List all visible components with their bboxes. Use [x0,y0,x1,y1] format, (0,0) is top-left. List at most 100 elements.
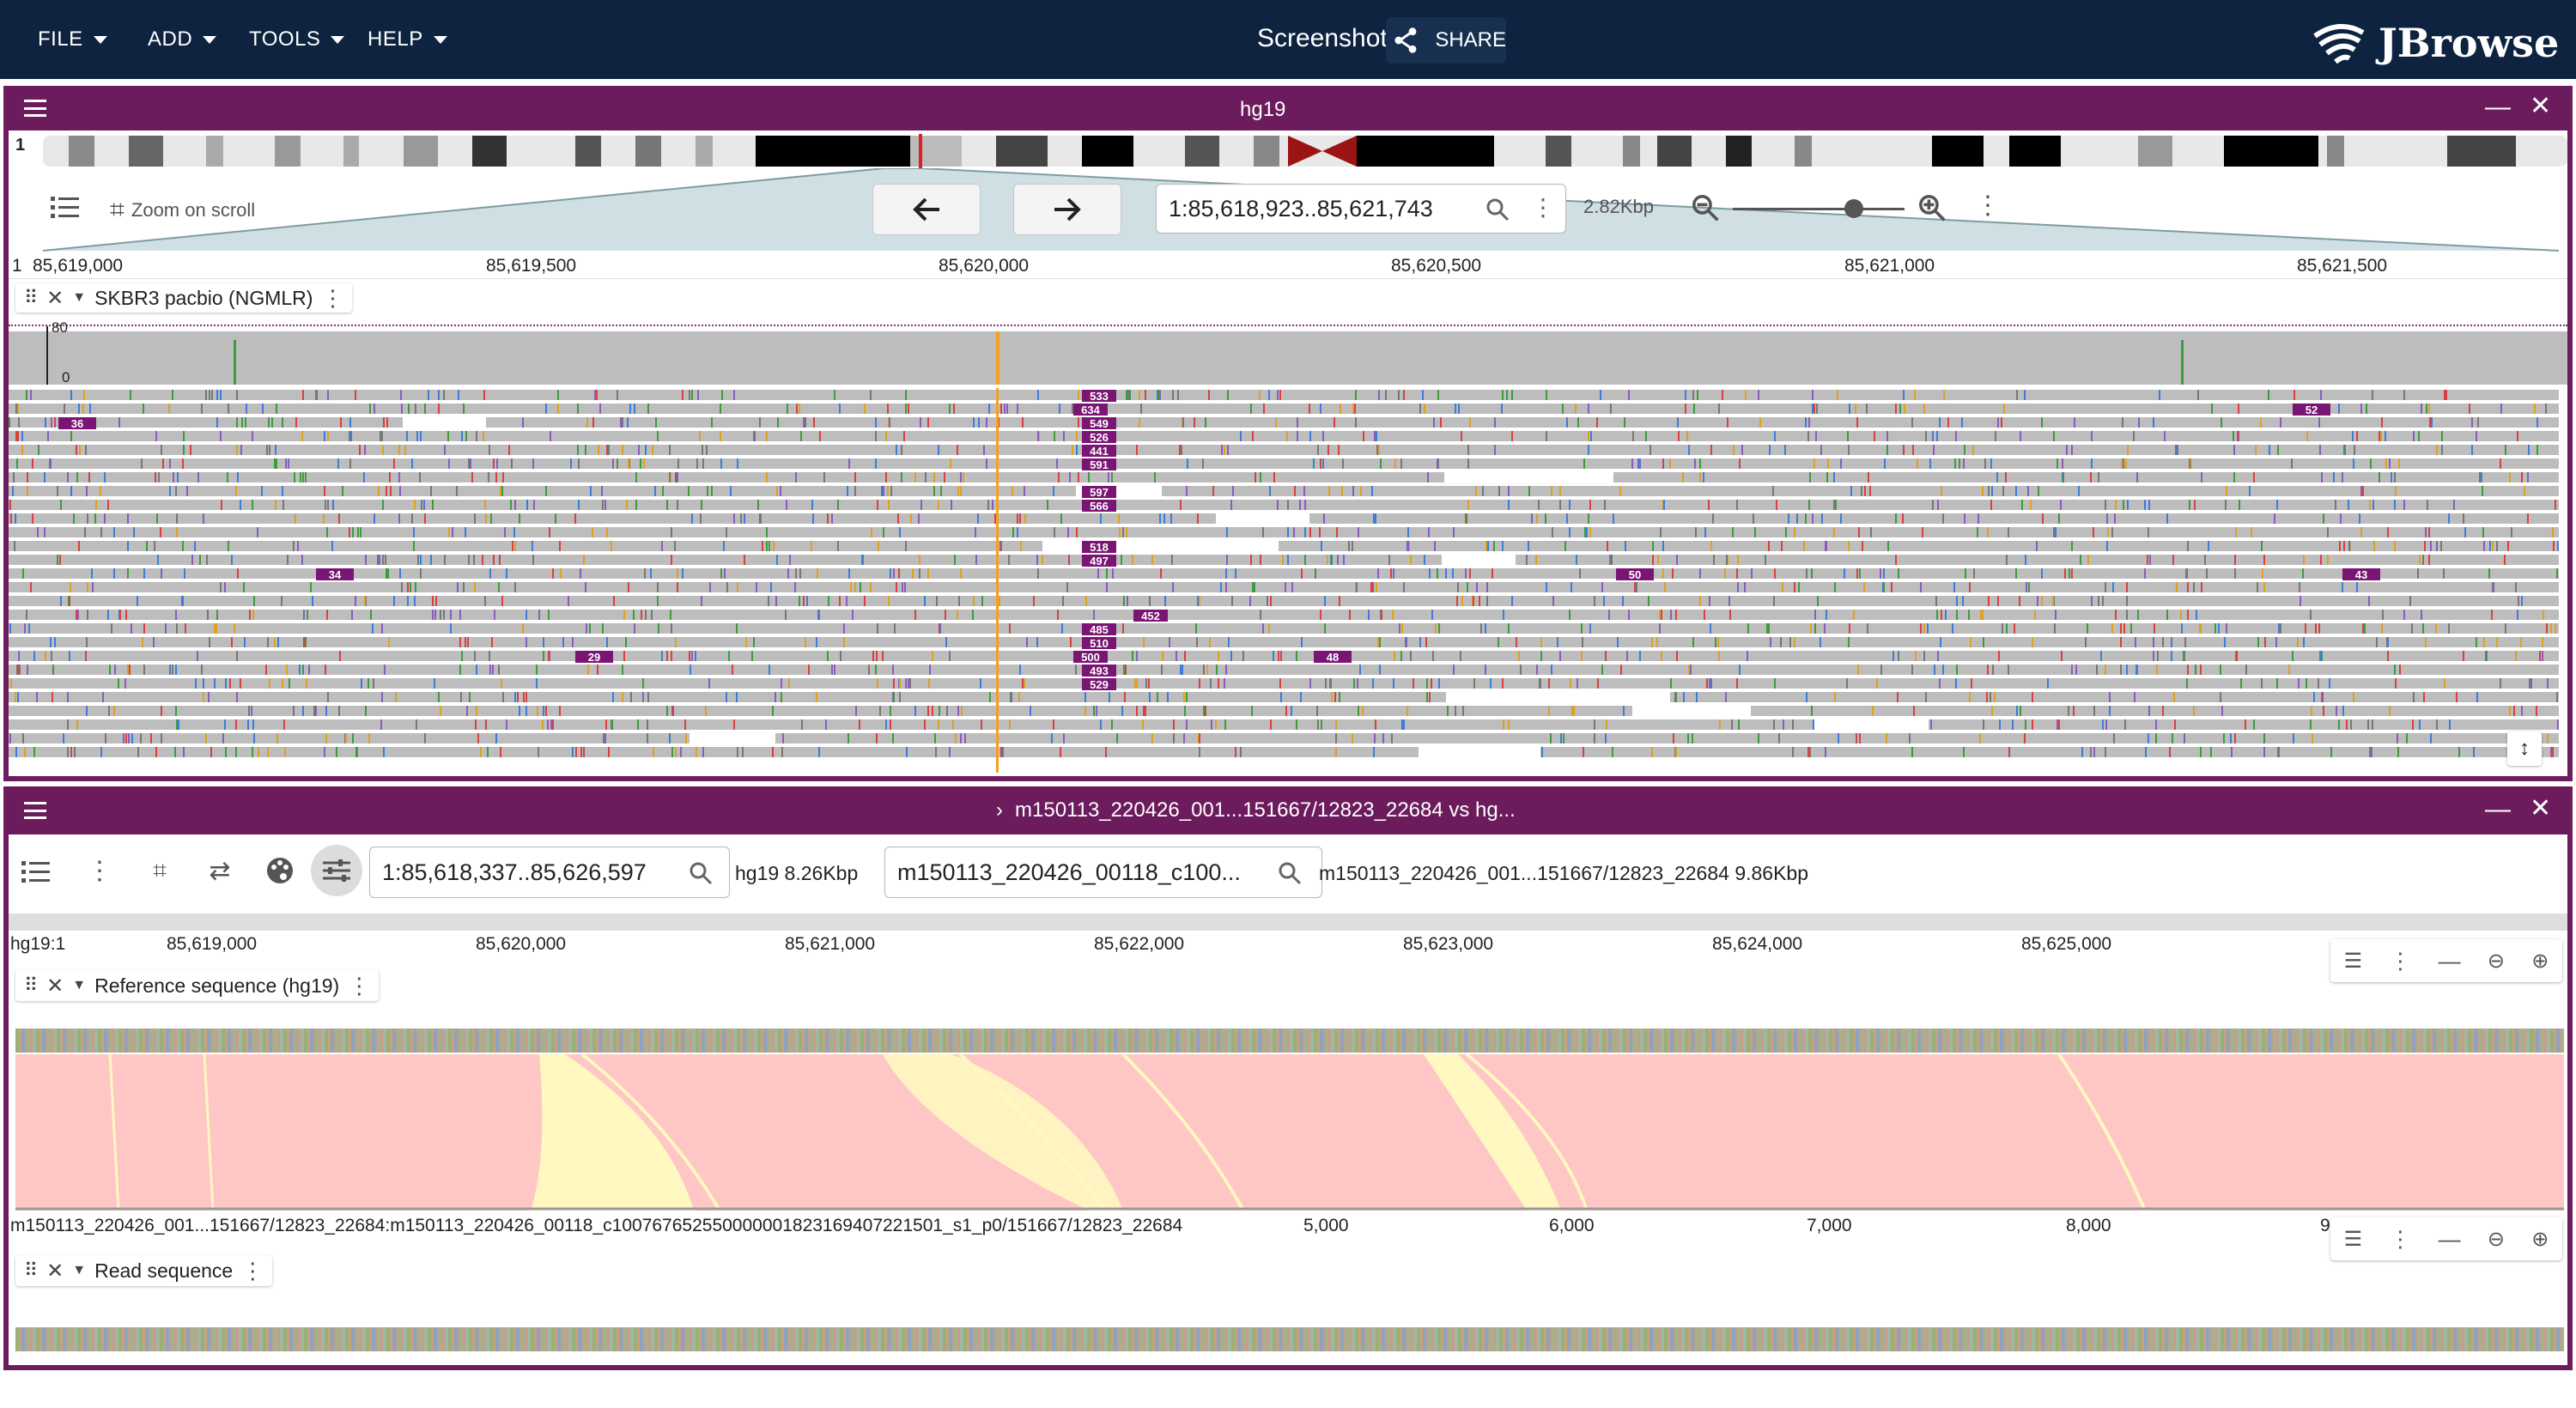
read[interactable] [9,610,2559,620]
insertion-badge[interactable]: 36 [58,417,96,430]
zoom-out-icon[interactable]: ⊖ [2488,1227,2505,1252]
close-icon[interactable]: ✕ [2530,793,2551,823]
read[interactable] [9,692,2559,702]
read[interactable] [9,747,2559,757]
read[interactable] [9,417,2559,428]
drag-handle-icon[interactable]: ⠿ [24,1259,38,1282]
locus-search-input[interactable]: 1:85,618,923..85,621,743 ⋮ [1156,184,1566,234]
insertion-badge[interactable]: 526 [1082,431,1116,444]
add-menu-button[interactable]: ADD [148,21,217,58]
insertion-badge[interactable]: 566 [1082,500,1116,513]
read[interactable] [9,472,2559,482]
minus-icon[interactable]: — [2439,948,2461,974]
insertion-badge[interactable]: 50 [1616,568,1654,581]
read[interactable] [9,390,2559,400]
close-track-icon[interactable]: ✕ [46,974,64,998]
minimize-icon[interactable]: — [2485,795,2511,824]
insertion-badge[interactable]: 52 [2293,404,2330,416]
zoom-on-scroll-toggle[interactable]: ⌗ Zoom on scroll [110,196,255,225]
share-button[interactable]: SHARE [1386,17,1506,64]
drag-handle-icon[interactable]: ⠿ [24,287,38,309]
zoom-out-icon[interactable]: ⊖ [2488,949,2505,974]
view-menu-icon[interactable] [24,802,46,819]
close-icon[interactable]: ✕ [2530,91,2551,121]
read[interactable] [9,733,2559,743]
read[interactable] [9,719,2559,730]
search-icon[interactable] [1277,860,1303,886]
reference-sequence-bar[interactable] [15,1029,2564,1053]
track-selector-icon[interactable] [19,855,53,889]
insertion-badge[interactable]: 634 [1073,404,1108,416]
insertion-badge[interactable]: 510 [1082,637,1116,650]
zoom-in-icon[interactable]: ⊕ [2531,1227,2549,1252]
zoom-slider-thumb[interactable] [1844,199,1863,218]
resize-track-icon[interactable]: ↕ [2507,731,2542,766]
zoom-slider[interactable] [1733,208,1905,210]
palette-icon[interactable] [263,853,297,888]
view-menu-icon[interactable] [24,100,46,117]
scroll-left-button[interactable] [872,184,981,235]
read[interactable] [9,665,2559,675]
insertion-badge[interactable]: 518 [1082,541,1116,554]
read[interactable] [9,706,2559,716]
track-menu-icon[interactable]: ⋮ [348,973,370,999]
close-track-icon[interactable]: ✕ [46,1259,64,1284]
insertion-badge[interactable]: 591 [1082,458,1116,471]
pileup-reads[interactable] [9,388,2559,773]
track-menu-icon[interactable]: ⋮ [321,285,343,312]
insertion-badge[interactable]: 500 [1073,651,1108,664]
read[interactable] [9,651,2559,661]
collapse-icon[interactable]: ⌗ [143,853,177,888]
read[interactable] [9,541,2559,551]
settings-toggle-icon[interactable] [311,845,362,896]
more-vert-icon[interactable]: ⋮ [1531,193,1555,222]
track-menu-icon[interactable]: ⋮ [241,1258,264,1284]
locus-input-1[interactable]: 1:85,618,337..85,626,597 [369,847,730,898]
search-icon[interactable] [688,860,714,886]
read[interactable] [9,431,2559,441]
search-icon[interactable] [1485,197,1510,222]
more-vert-icon[interactable]: ⋮ [82,853,117,888]
minus-icon[interactable]: — [2439,1226,2461,1253]
minimize-icon[interactable]: — [2485,93,2511,122]
zoom-in-icon[interactable] [1917,192,1947,223]
insertion-badge[interactable]: 48 [1314,651,1352,664]
read[interactable] [9,458,2559,469]
insertion-badge[interactable]: 452 [1133,610,1168,622]
scroll-right-button[interactable] [1013,184,1121,235]
insertion-badge[interactable]: 529 [1082,678,1116,691]
insertion-badge[interactable]: 549 [1082,417,1116,430]
insertion-badge[interactable]: 29 [575,651,613,664]
read[interactable] [9,568,2559,579]
insertion-badge[interactable]: 34 [316,568,354,581]
read[interactable] [9,404,2559,414]
file-menu-button[interactable]: FILE [38,21,107,58]
insertion-badge[interactable]: 441 [1082,445,1116,458]
track-selector-icon[interactable]: ☰ [2344,1227,2363,1252]
synteny-panel[interactable] [15,1054,2564,1211]
insertion-badge[interactable]: 497 [1082,555,1116,567]
more-vert-icon[interactable]: ⋮ [2389,948,2411,974]
insertion-badge[interactable]: 43 [2342,568,2380,581]
help-menu-button[interactable]: HELP [368,21,447,58]
chevron-right-icon[interactable]: › [996,798,1003,822]
read[interactable] [9,637,2559,647]
close-track-icon[interactable]: ✕ [46,286,64,311]
read-sequence-bar[interactable] [15,1327,2564,1351]
tools-menu-button[interactable]: TOOLS [249,21,345,58]
zoom-in-icon[interactable]: ⊕ [2531,949,2549,974]
chevron-down-icon[interactable]: ▼ [72,1263,86,1278]
insertion-badge[interactable]: 485 [1082,623,1116,636]
read[interactable] [9,500,2559,510]
track-selector-icon[interactable]: ☰ [2344,949,2363,974]
chromosome-ideogram[interactable] [43,134,2567,168]
track-selector-icon[interactable] [48,191,82,225]
read[interactable] [9,596,2559,606]
locus-input-2[interactable]: m150113_220426_00118_c100... [884,847,1322,898]
read[interactable] [9,527,2559,537]
insertion-badge[interactable]: 597 [1082,486,1116,499]
more-vert-icon[interactable]: ⋮ [2389,1226,2411,1253]
chevron-down-icon[interactable]: ▼ [72,290,86,306]
swap-icon[interactable]: ⇄ [203,853,237,888]
read[interactable] [9,623,2559,634]
